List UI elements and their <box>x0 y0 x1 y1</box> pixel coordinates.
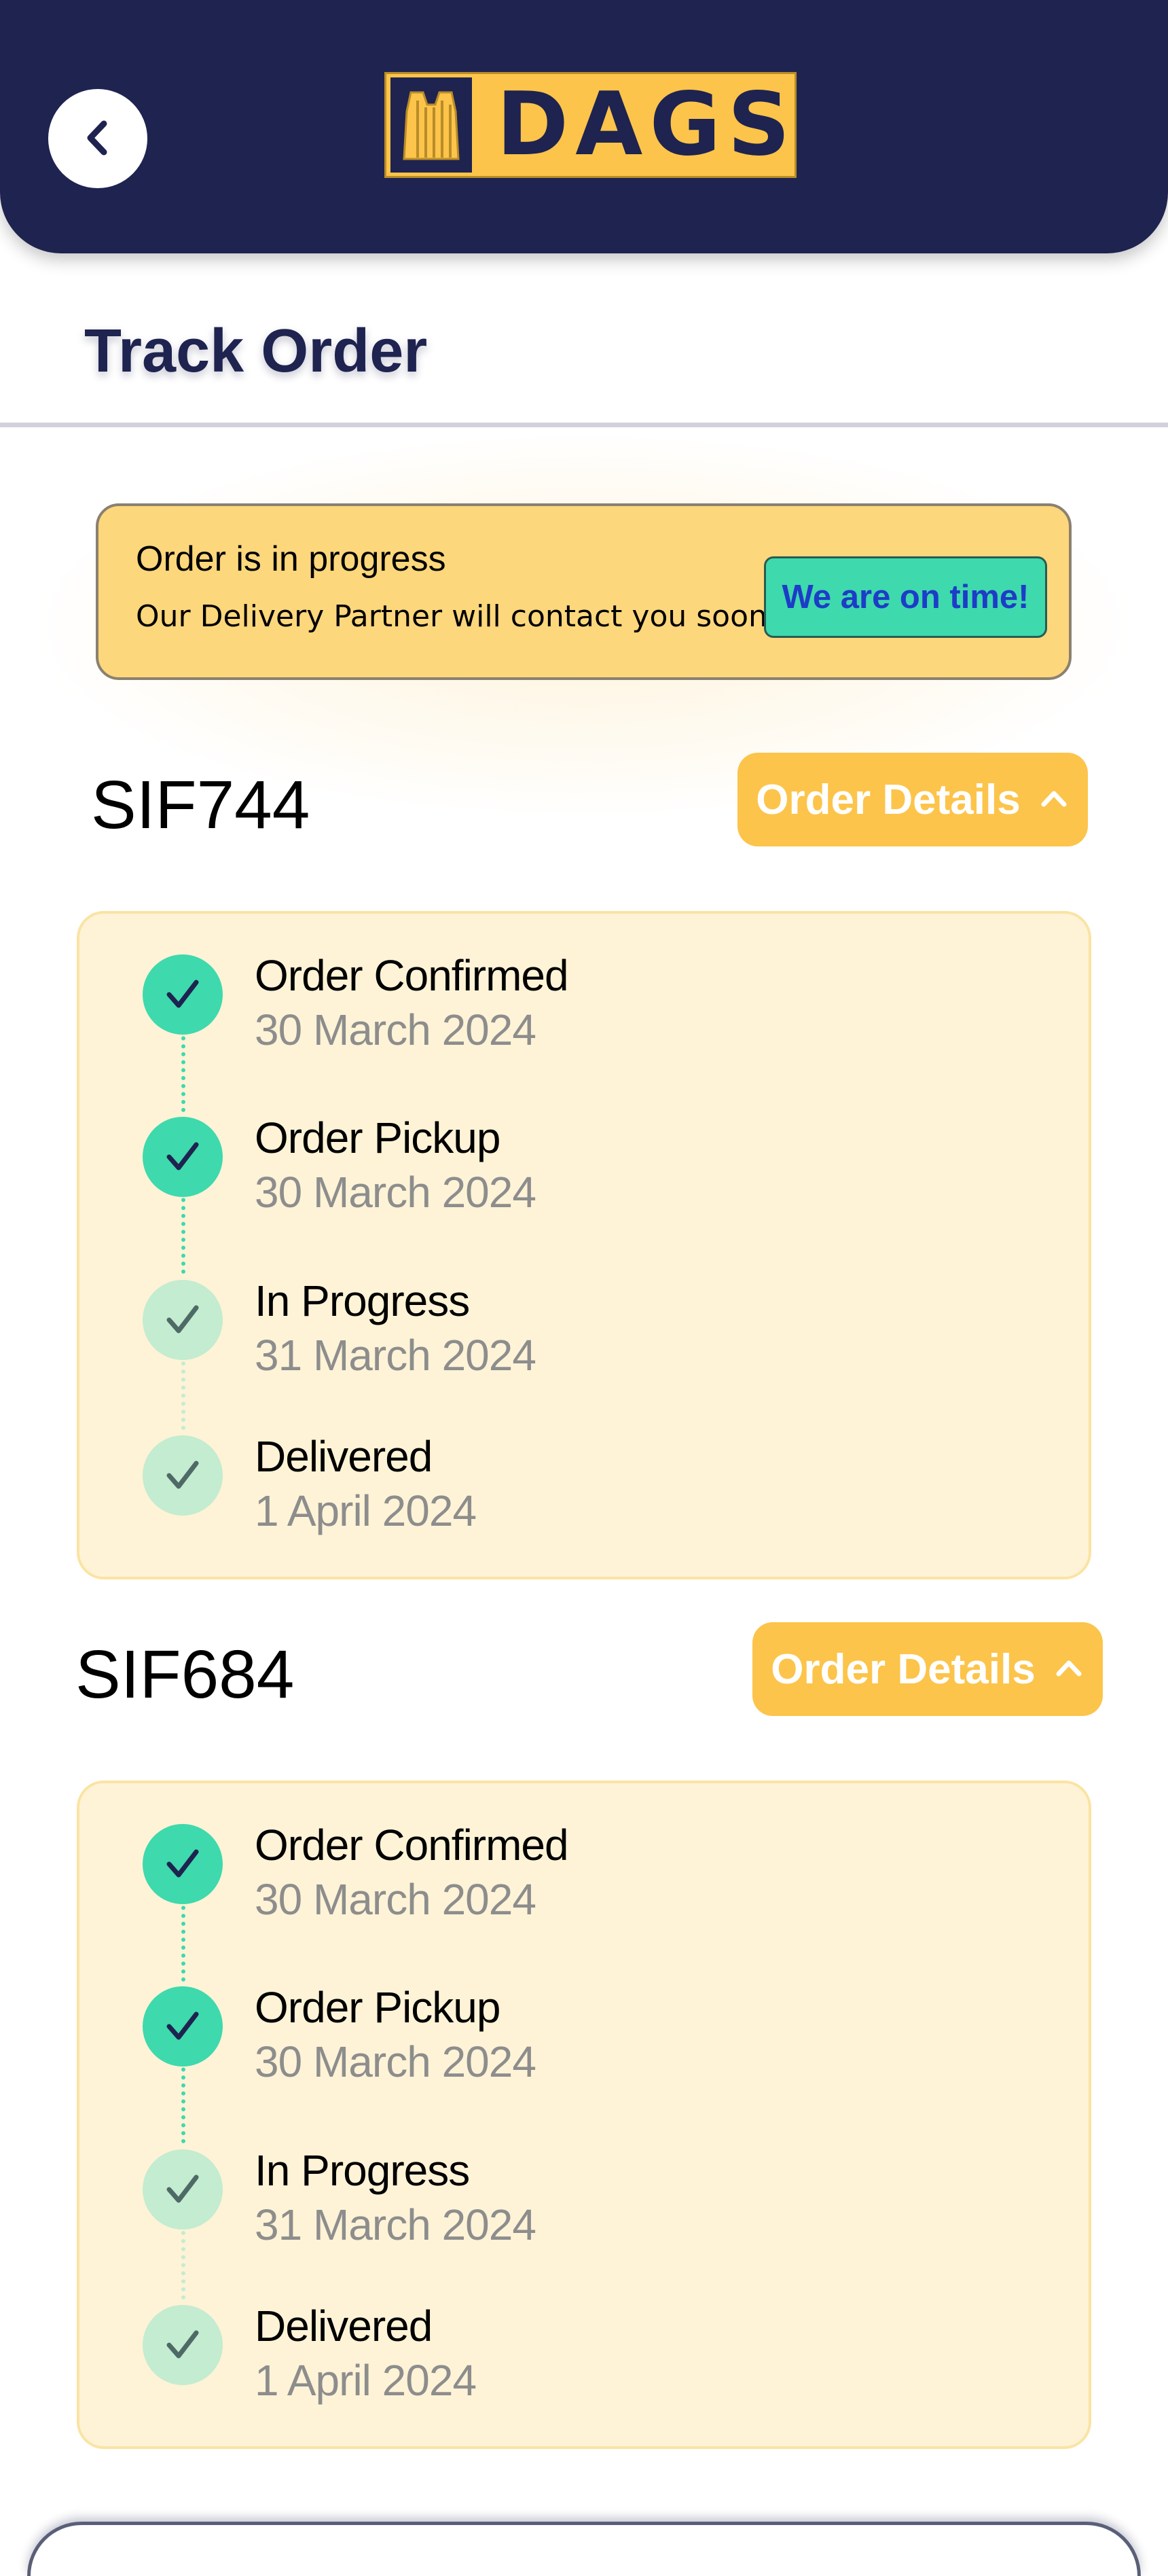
order-details-label: Order Details <box>756 776 1021 823</box>
on-time-badge: We are on time! <box>764 556 1047 638</box>
page-title: Track Order <box>84 317 428 385</box>
step-date: 31 March 2024 <box>255 1331 536 1380</box>
step-date: 30 March 2024 <box>255 2037 536 2086</box>
order-id: SIF684 <box>75 1636 295 1713</box>
step-date: 1 April 2024 <box>255 1486 477 1535</box>
chevron-up-icon <box>1038 776 1070 824</box>
timeline-step: Order Confirmed 30 March 2024 <box>79 951 1089 1056</box>
status-title: Order is in progress <box>136 539 446 579</box>
check-circle-icon <box>143 2305 223 2385</box>
chevron-left-icon <box>74 114 122 164</box>
step-date: 1 April 2024 <box>255 2356 477 2405</box>
step-label: Order Pickup <box>255 1113 500 1162</box>
check-circle-icon <box>143 1986 223 2067</box>
step-date: 30 March 2024 <box>255 1875 536 1924</box>
vest-icon <box>390 77 472 173</box>
step-label: Delivered <box>255 2302 433 2350</box>
check-circle-icon <box>143 1280 223 1360</box>
timeline-step: Order Pickup 30 March 2024 <box>79 1983 1089 2088</box>
step-date: 30 March 2024 <box>255 1168 536 1217</box>
step-date: 30 March 2024 <box>255 1005 536 1054</box>
back-button[interactable] <box>48 89 147 188</box>
order-details-label: Order Details <box>771 1645 1036 1693</box>
title-divider <box>0 423 1168 427</box>
timeline-step: In Progress 31 March 2024 <box>79 2146 1089 2251</box>
status-subtitle: Our Delivery Partner will contact you so… <box>136 599 767 634</box>
bottom-sheet-edge <box>27 2522 1141 2576</box>
order-details-button[interactable]: Order Details <box>737 753 1088 846</box>
step-label: In Progress <box>255 1276 470 1325</box>
timeline-step: Delivered 1 April 2024 <box>79 2302 1089 2407</box>
status-banner: Order is in progress Our Delivery Partne… <box>96 503 1072 680</box>
order-id: SIF744 <box>91 767 310 843</box>
check-circle-icon <box>143 1435 223 1516</box>
step-date: 31 March 2024 <box>255 2200 536 2249</box>
order-details-button[interactable]: Order Details <box>752 1622 1103 1716</box>
check-circle-icon <box>143 954 223 1035</box>
timeline-step: In Progress 31 March 2024 <box>79 1276 1089 1382</box>
app-header: DAGS <box>0 0 1168 253</box>
check-circle-icon <box>143 1824 223 1904</box>
check-circle-icon <box>143 2149 223 2230</box>
step-label: Order Confirmed <box>255 951 569 1000</box>
brand-logo: DAGS <box>384 72 797 178</box>
brand-name: DAGS <box>496 74 797 175</box>
timeline-step: Order Pickup 30 March 2024 <box>79 1113 1089 1219</box>
order-timeline: Order Confirmed 30 March 2024 Order Pick… <box>77 911 1091 1579</box>
check-circle-icon <box>143 1117 223 1197</box>
step-label: Order Pickup <box>255 1983 500 2032</box>
timeline-step: Delivered 1 April 2024 <box>79 1432 1089 1537</box>
timeline-step: Order Confirmed 30 March 2024 <box>79 1821 1089 1926</box>
chevron-up-icon <box>1053 1645 1084 1694</box>
step-label: Delivered <box>255 1432 433 1481</box>
step-label: Order Confirmed <box>255 1821 569 1870</box>
step-label: In Progress <box>255 2146 470 2195</box>
order-timeline: Order Confirmed 30 March 2024 Order Pick… <box>77 1781 1091 2449</box>
